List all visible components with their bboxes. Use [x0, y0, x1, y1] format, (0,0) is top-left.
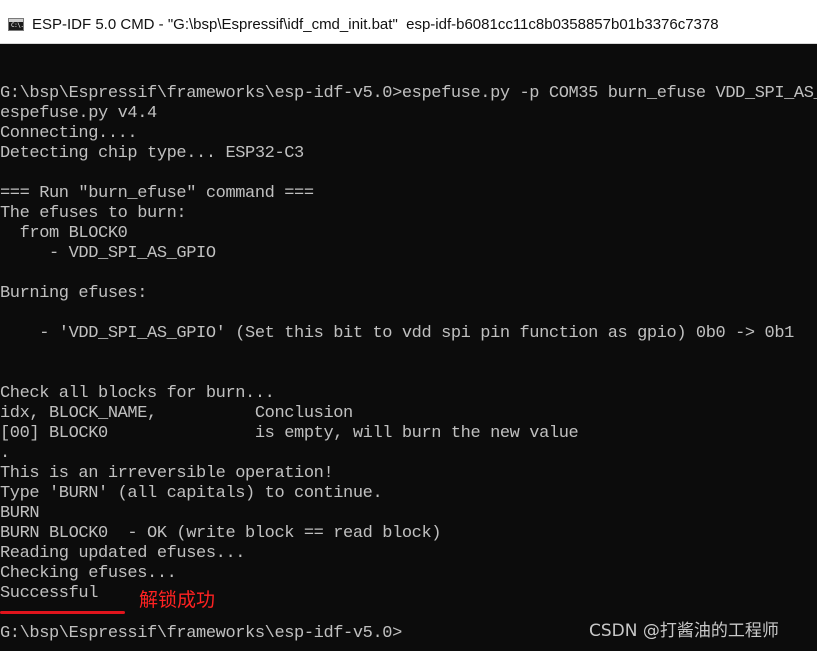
- console-line: Successful: [0, 584, 99, 603]
- console-line: from BLOCK0: [0, 224, 128, 243]
- success-annotation: 解锁成功: [139, 589, 216, 611]
- console-line: BURN: [0, 504, 40, 523]
- console-line: This is an irreversible operation!: [0, 464, 334, 483]
- console-prompt: G:\bsp\Espressif\frameworks\esp-idf-v5.0…: [0, 624, 402, 643]
- csdn-watermark: CSDN @打酱油的工程师: [589, 621, 779, 641]
- console-line: Burning efuses:: [0, 284, 148, 303]
- console-line: BURN BLOCK0 - OK (write block == read bl…: [0, 524, 442, 543]
- highlight-underline: [0, 611, 125, 614]
- console-line: idx, BLOCK_NAME, Conclusion: [0, 404, 353, 423]
- console-line: - VDD_SPI_AS_GPIO: [0, 244, 216, 263]
- console-line: Detecting chip type... ESP32-C3: [0, 144, 304, 163]
- console-line: Check all blocks for burn...: [0, 384, 275, 403]
- console-line: [00] BLOCK0 is empty, will burn the new …: [0, 424, 579, 443]
- console-line: Type 'BURN' (all capitals) to continue.: [0, 484, 383, 503]
- command-prompt-icon: C:\.: [8, 18, 24, 31]
- console-line: - 'VDD_SPI_AS_GPIO' (Set this bit to vdd…: [0, 324, 794, 343]
- title-bar[interactable]: C:\. ESP-IDF 5.0 CMD - "G:\bsp\Espressif…: [0, 0, 817, 44]
- console-line: Checking efuses...: [0, 564, 177, 583]
- console-line: Reading updated efuses...: [0, 544, 246, 563]
- console-line: Connecting....: [0, 124, 138, 143]
- console-line: .: [0, 444, 10, 463]
- terminal-window: C:\. ESP-IDF 5.0 CMD - "G:\bsp\Espressif…: [0, 0, 817, 651]
- console-line: === Run "burn_efuse" command ===: [0, 184, 314, 203]
- console-line: G:\bsp\Espressif\frameworks\esp-idf-v5.0…: [0, 84, 817, 103]
- app-icon-label: C:\.: [11, 22, 24, 29]
- console-output[interactable]: G:\bsp\Espressif\frameworks\esp-idf-v5.0…: [0, 46, 817, 651]
- console-line: espefuse.py v4.4: [0, 104, 157, 123]
- console-line: The efuses to burn:: [0, 204, 187, 223]
- window-title: ESP-IDF 5.0 CMD - "G:\bsp\Espressif\idf_…: [32, 16, 719, 33]
